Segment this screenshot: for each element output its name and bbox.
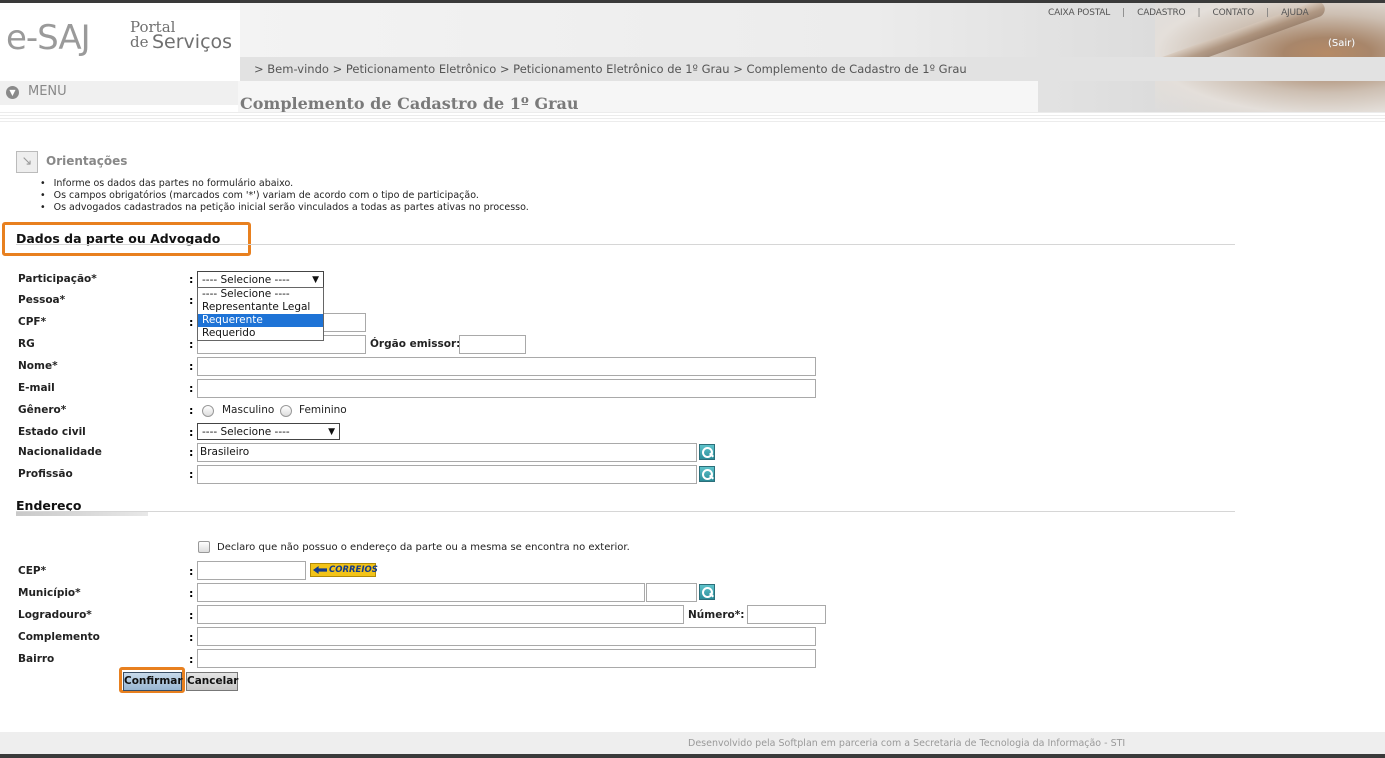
participacao-label: Participação*: [18, 273, 97, 285]
top-nav: CAIXA POSTAL | CADASTRO | CONTATO | AJUD…: [1048, 5, 1309, 21]
header-stripes: [0, 112, 1385, 122]
search-icon[interactable]: [699, 444, 715, 460]
pessoa-label: Pessoa*: [18, 294, 66, 306]
section-tab: [16, 512, 148, 516]
confirmar-button[interactable]: Confirmar: [123, 672, 183, 691]
nacionalidade-label: Nacionalidade: [18, 446, 102, 458]
dropdown-arrow-icon: ▼: [312, 274, 319, 285]
complemento-label: Complemento: [18, 631, 100, 643]
participacao-dropdown-list[interactable]: ---- Selecione ---- Representante Legal …: [197, 287, 324, 341]
estado-civil-label: Estado civil: [18, 426, 86, 438]
cep-label: CEP*: [18, 565, 47, 577]
dropdown-arrow-icon: ▼: [328, 426, 335, 437]
dropdown-option[interactable]: ---- Selecione ----: [198, 288, 323, 301]
list-item: Os advogados cadastrados na petição inic…: [40, 202, 529, 214]
profissao-label: Profissão: [18, 468, 73, 480]
colon: :: [189, 316, 194, 329]
participacao-select[interactable]: ---- Selecione ---- ▼: [197, 271, 324, 288]
orgao-emissor-input[interactable]: [459, 335, 526, 354]
dropdown-option-highlighted[interactable]: Requerente: [198, 314, 323, 327]
genero-masculino-radio[interactable]: [202, 405, 214, 417]
chevron-down-icon[interactable]: ▼: [6, 86, 19, 99]
footer-text: Desenvolvido pela Softplan em parceria c…: [688, 738, 1126, 749]
nacionalidade-input[interactable]: Brasileiro: [197, 443, 697, 462]
colon: :: [189, 446, 194, 459]
nav-ajuda[interactable]: AJUDA: [1281, 8, 1309, 18]
list-item: Informe os dados das partes no formulári…: [40, 178, 529, 190]
participacao-selected-value: ---- Selecione ----: [202, 273, 290, 286]
numero-label: Número*:: [688, 609, 745, 621]
colon: :: [189, 426, 194, 439]
colon: :: [189, 273, 194, 286]
email-label: E-mail: [18, 382, 55, 394]
logo-esaj-text: e-SAJ: [6, 18, 91, 58]
colon: :: [189, 294, 194, 307]
email-input[interactable]: [197, 379, 816, 398]
esaj-logo[interactable]: e-SAJ Portal de Serviços: [6, 19, 236, 59]
rg-label: RG: [18, 338, 35, 350]
genero-feminino-label[interactable]: Feminino: [299, 404, 347, 416]
genero-label: Gênero*: [18, 404, 67, 416]
exterior-checkbox-label[interactable]: Declaro que não possuo o endereço da par…: [217, 542, 630, 553]
nav-caixa-postal[interactable]: CAIXA POSTAL: [1048, 8, 1110, 18]
numero-input[interactable]: [747, 605, 826, 624]
logo-servicos-text: Serviços: [152, 31, 233, 53]
search-icon[interactable]: [699, 584, 715, 600]
colon: :: [189, 382, 194, 395]
nav-separator: |: [1122, 8, 1126, 18]
nav-cadastro[interactable]: CADASTRO: [1137, 8, 1186, 18]
colon: :: [189, 360, 194, 373]
colon: :: [189, 631, 194, 644]
cancelar-button[interactable]: Cancelar: [186, 672, 238, 691]
orgao-emissor-label: Órgão emissor:: [370, 338, 461, 350]
nome-label: Nome*: [18, 360, 58, 372]
orientacoes-list: Informe os dados das partes no formulári…: [40, 178, 529, 214]
colon: :: [189, 338, 194, 351]
search-icon[interactable]: [699, 466, 715, 482]
profissao-input[interactable]: [197, 465, 697, 484]
logout-link[interactable]: (Sair): [1328, 38, 1355, 49]
logradouro-label: Logradouro*: [18, 609, 92, 621]
page-title: Complemento de Cadastro de 1º Grau: [240, 94, 579, 113]
municipio-uf-input[interactable]: [646, 583, 697, 602]
nome-input[interactable]: [197, 357, 816, 376]
complemento-input[interactable]: [197, 627, 816, 646]
orientacoes-title: Orientações: [46, 154, 128, 168]
breadcrumb[interactable]: > Bem-vindo > Peticionamento Eletrônico …: [254, 62, 967, 76]
estado-civil-select[interactable]: ---- Selecione ---- ▼: [197, 423, 340, 440]
dropdown-option[interactable]: Requerido: [198, 327, 323, 340]
exterior-checkbox[interactable]: [198, 541, 210, 553]
colon: :: [189, 565, 194, 578]
nav-separator: |: [1266, 8, 1270, 18]
cpf-label: CPF*: [18, 316, 47, 328]
logo-de-text: de: [130, 33, 149, 51]
arrow-down-right-icon: ↘: [16, 151, 38, 173]
correios-button[interactable]: CORREIOS: [310, 563, 378, 577]
colon: :: [189, 609, 194, 622]
municipio-input[interactable]: [197, 583, 645, 602]
dropdown-option[interactable]: Representante Legal: [198, 301, 323, 314]
colon: :: [189, 653, 194, 666]
genero-feminino-radio[interactable]: [280, 405, 292, 417]
section-divider: [16, 244, 1235, 245]
colon: :: [189, 587, 194, 600]
genero-masculino-label[interactable]: Masculino: [222, 404, 274, 416]
estado-civil-selected-value: ---- Selecione ----: [202, 425, 290, 438]
nav-separator: |: [1197, 8, 1201, 18]
colon: :: [189, 404, 194, 417]
bairro-input[interactable]: [197, 649, 816, 668]
bairro-label: Bairro: [18, 653, 55, 665]
logradouro-input[interactable]: [197, 605, 684, 624]
colon: :: [189, 468, 194, 481]
nav-contato[interactable]: CONTATO: [1213, 8, 1255, 18]
menu-label[interactable]: MENU: [28, 84, 67, 99]
section-divider: [16, 511, 1235, 512]
municipio-label: Município*: [18, 587, 81, 599]
list-item: Os campos obrigatórios (marcados com '*'…: [40, 190, 529, 202]
bottom-border: [0, 754, 1385, 758]
cep-input[interactable]: [197, 561, 306, 580]
